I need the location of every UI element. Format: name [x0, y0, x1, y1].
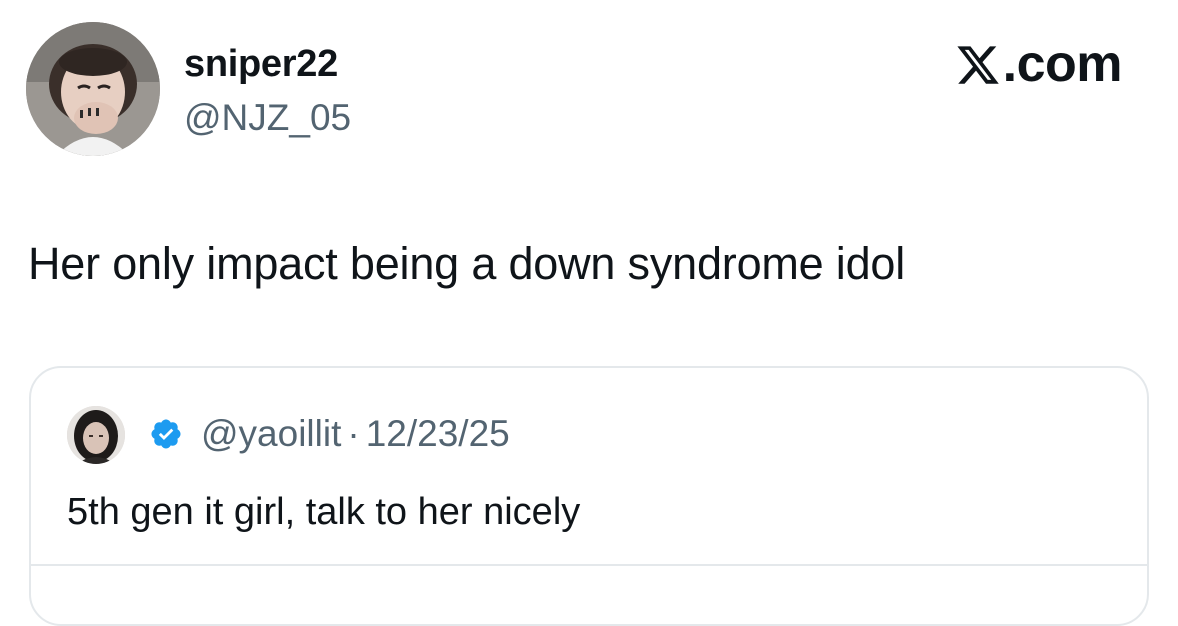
x-brand: .com	[955, 34, 1123, 94]
quoted-author-avatar[interactable]	[67, 406, 125, 464]
quoted-tweet-meta: @yaoillit · 12/23/25	[149, 412, 510, 456]
quoted-avatar-image	[67, 406, 125, 464]
quoted-tweet-date[interactable]: 12/23/25	[366, 412, 510, 456]
author-avatar[interactable]	[26, 22, 160, 156]
author-display-name[interactable]: sniper22	[184, 42, 338, 86]
tweet-screenshot: sniper22 @NJZ_05 .com Her only impact be…	[0, 0, 1178, 626]
quoted-tweet-text: 5th gen it girl, talk to her nicely	[67, 491, 581, 533]
quoted-author-handle[interactable]: @yaoillit	[201, 412, 341, 456]
quoted-card-divider	[31, 564, 1147, 566]
author-handle[interactable]: @NJZ_05	[184, 96, 351, 140]
avatar-image	[26, 22, 160, 156]
tweet-body-text: Her only impact being a down syndrome id…	[28, 238, 906, 289]
quoted-tweet-card[interactable]: @yaoillit · 12/23/25 5th gen it girl, ta…	[29, 366, 1149, 626]
brand-domain-label: .com	[1002, 35, 1123, 93]
meta-separator: ·	[347, 413, 360, 454]
x-logo-icon	[955, 41, 1001, 87]
verified-badge-icon	[149, 417, 183, 451]
